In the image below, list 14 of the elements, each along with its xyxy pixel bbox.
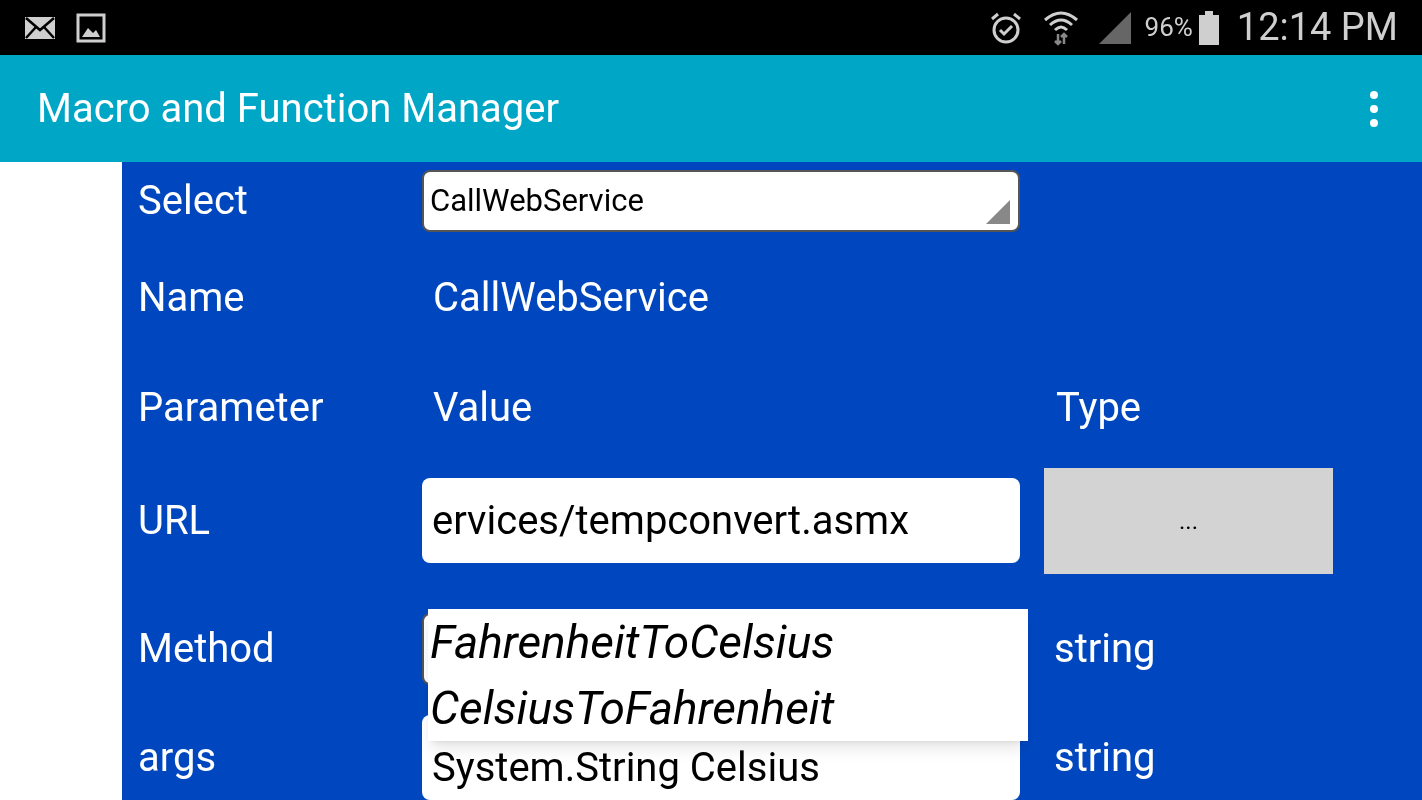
parameter-label: URL [138,495,212,546]
parameter-label: args [138,732,218,783]
field-label: Name [138,273,246,323]
type-value: string [1054,624,1156,674]
column-header: Parameter [138,383,325,433]
name-value: CallWebService [433,273,709,323]
type-value: string [1054,732,1156,783]
parameter-label: Method [138,624,276,674]
column-header: Value [433,383,534,433]
field-label: Select [138,176,249,226]
clock-time: 12:14 PM [1236,4,1398,51]
app-title: Macro and Function Manager [37,83,559,134]
battery-percent: 96% [1144,11,1193,44]
column-header: Type [1056,383,1142,433]
